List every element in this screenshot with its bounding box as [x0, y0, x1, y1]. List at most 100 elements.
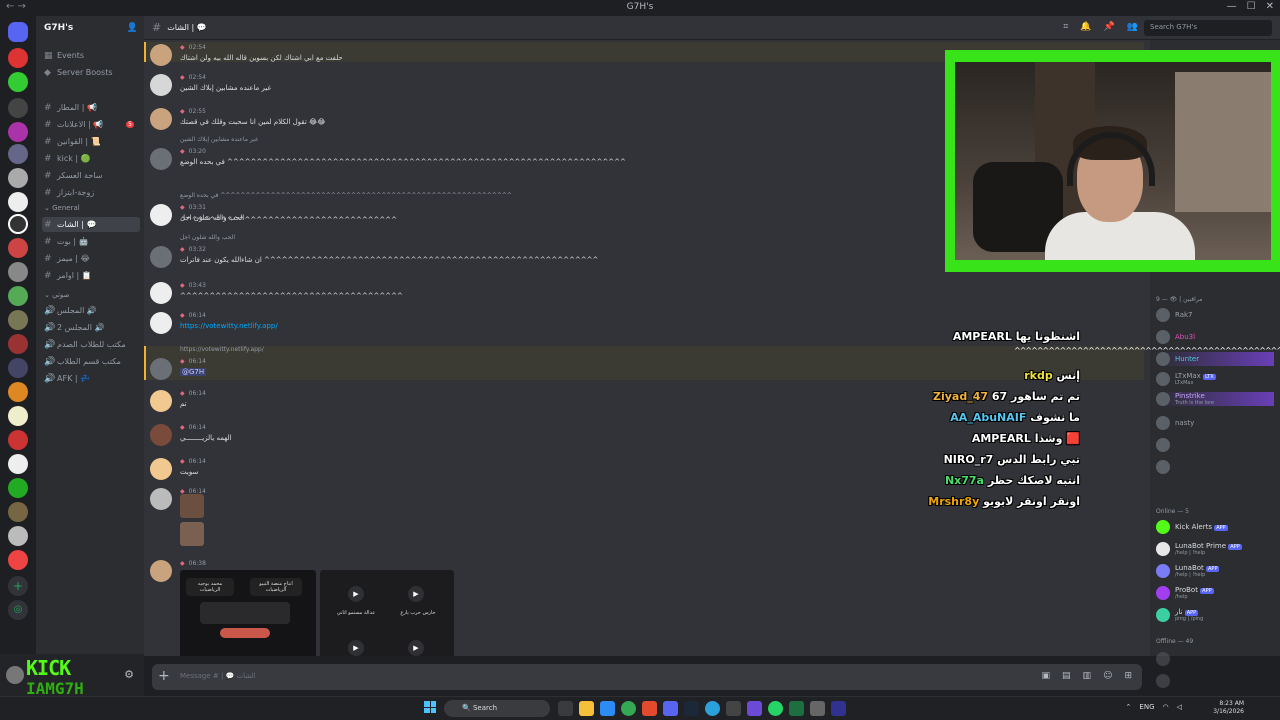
windows-start-icon[interactable] [424, 701, 436, 713]
server-icon[interactable] [8, 48, 28, 68]
excel-icon[interactable] [789, 701, 804, 716]
server-icon[interactable] [8, 98, 28, 118]
play-icon[interactable]: ▶ [348, 586, 364, 602]
bot-member-item[interactable]: LunaBot APP/help | !help [1156, 564, 1220, 578]
member-item[interactable]: LTxMax LTX LTxMax [1156, 372, 1216, 386]
member-item[interactable]: Hunter [1156, 352, 1274, 366]
play-icon[interactable]: ▶ [408, 586, 424, 602]
emoji-icon[interactable]: ☺ [1103, 671, 1112, 681]
message-composer[interactable]: + Message # | 💬 الشات ▣ ▤ ▥ ☺ ⊞ [152, 664, 1142, 690]
reply-preview[interactable]: الحب والله شلون اجل [180, 234, 235, 241]
close-icon[interactable]: ✕ [1266, 1, 1274, 12]
server-icon[interactable] [8, 72, 28, 92]
server-icon[interactable] [8, 214, 28, 234]
steam-icon[interactable] [684, 701, 699, 716]
channel-item[interactable]: # زوجة-ابتزاز [42, 185, 140, 200]
bot-member-item[interactable]: ProBot APP/help [1156, 586, 1214, 600]
server-icon[interactable] [8, 238, 28, 258]
members-icon[interactable]: 👥 [1127, 22, 1138, 32]
bell-icon[interactable]: 🔔 [1080, 22, 1091, 32]
task-view-icon[interactable] [558, 701, 573, 716]
bot-member-item[interactable]: نار APP ping | /ping [1156, 608, 1203, 622]
clock[interactable]: 8:23 AM 3/16/2026 [1213, 700, 1244, 716]
member-item[interactable] [1156, 674, 1170, 688]
whatsapp-icon[interactable] [768, 701, 783, 716]
avatar[interactable] [150, 282, 172, 304]
apps-icon[interactable]: ⊞ [1124, 671, 1132, 681]
channel-item[interactable]: # القوانين | 📜 [42, 134, 140, 149]
category-voice[interactable]: ⌄ صوتي [44, 291, 69, 299]
reply-preview[interactable]: في بحده الوضع ^^^^^^^^^^^^^^^^^^^^^^^^^^… [180, 192, 512, 199]
minimize-icon[interactable]: — [1227, 1, 1237, 12]
play-icon[interactable]: ▶ [348, 640, 364, 656]
server-icon[interactable] [8, 262, 28, 282]
chrome-icon[interactable] [621, 701, 636, 716]
member-item[interactable]: Abu3l [1156, 330, 1195, 344]
channel-item[interactable]: # الاعلانات | 📢 5 [42, 117, 140, 132]
category-general[interactable]: ⌄ General [44, 204, 80, 212]
avatar[interactable] [150, 560, 172, 582]
server-icon[interactable] [8, 122, 28, 142]
channel-item[interactable]: # المطار | 📢 [42, 100, 140, 115]
user-avatar[interactable] [6, 666, 24, 684]
threads-icon[interactable]: ⌗ [1063, 22, 1068, 32]
add-member-icon[interactable]: 👤 [127, 23, 138, 33]
server-icon[interactable] [8, 550, 28, 570]
server-icon[interactable] [8, 526, 28, 546]
video-attachment[interactable]: محمد بوجيه الرياضيات انتاج منصة التبيو ا… [180, 570, 316, 656]
bot-member-item[interactable]: LunaBot Prime APP/help | !help [1156, 542, 1242, 556]
search-input[interactable]: Search G7H's [1144, 20, 1272, 36]
explore-icon[interactable]: ◎ [8, 600, 28, 620]
app-icon[interactable] [810, 701, 825, 716]
avatar[interactable] [150, 74, 172, 96]
message-input[interactable]: Message # | 💬 الشات [180, 672, 256, 680]
member-item[interactable] [1156, 652, 1170, 666]
file-explorer-icon[interactable] [579, 701, 594, 716]
server-icon[interactable] [8, 192, 28, 212]
app-icon[interactable] [726, 701, 741, 716]
bot-member-item[interactable]: Kick Alerts APP [1156, 520, 1228, 534]
boosts-link[interactable]: ◆ Server Boosts [42, 65, 140, 80]
gif-icon[interactable]: ▤ [1062, 671, 1071, 681]
avatar[interactable] [150, 44, 172, 66]
member-item[interactable] [1156, 438, 1175, 452]
add-server-icon[interactable]: + [8, 576, 28, 596]
play-icon[interactable]: ▶ [408, 640, 424, 656]
video-attachment[interactable]: ▶ ▶ عدالة مستمو اثاني حارس حرب يارغ ▶ ▶ [320, 570, 454, 656]
sticker-icon[interactable]: ▥ [1083, 671, 1092, 681]
channel-item[interactable]: # بوت | 🤖 [42, 234, 140, 249]
brave-icon[interactable] [642, 701, 657, 716]
server-icon[interactable] [8, 168, 28, 188]
system-tray[interactable]: ⌃ ENG ◠ ◁ [1126, 703, 1182, 711]
member-item[interactable]: Pinstrike Truth is the lore [1156, 392, 1274, 406]
store-icon[interactable] [600, 701, 615, 716]
channel-item[interactable]: # اوامر | 📋 [42, 268, 140, 283]
settings-gear-icon[interactable]: ⚙ [124, 668, 134, 681]
discord-icon[interactable] [663, 701, 678, 716]
server-header[interactable]: G7H's 👤 [36, 16, 144, 40]
discord-home-icon[interactable] [8, 22, 28, 42]
pin-icon[interactable]: 📌 [1104, 22, 1115, 32]
channel-item[interactable]: # ساحة العسكر [42, 168, 140, 183]
avatar[interactable] [150, 148, 172, 170]
maximize-icon[interactable]: ☐ [1247, 1, 1256, 12]
member-item[interactable] [1156, 460, 1175, 474]
voice-channel-item[interactable]: 🔊 المجلس 🔊 [42, 303, 140, 318]
member-item[interactable]: nasty [1156, 416, 1194, 430]
reply-preview[interactable]: غير ماعنده مشابين إبلاك الشين [180, 136, 258, 143]
avatar[interactable] [150, 204, 172, 226]
image-attachment[interactable] [180, 522, 204, 546]
server-icon[interactable] [8, 144, 28, 164]
premiere-icon[interactable] [831, 701, 846, 716]
server-icon[interactable] [8, 286, 28, 306]
events-link[interactable]: ▦ Events [42, 48, 140, 63]
avatar[interactable] [150, 246, 172, 268]
channel-item[interactable]: # ميمز | 😂 [42, 251, 140, 266]
taskbar-search[interactable]: 🔍 Search [444, 700, 550, 717]
telegram-icon[interactable] [705, 701, 720, 716]
obs-icon[interactable] [747, 701, 762, 716]
gift-icon[interactable]: ▣ [1042, 671, 1051, 681]
channel-item[interactable]: # kick | 🟢 [42, 151, 140, 166]
channel-item[interactable]: # الشات | 💬 [42, 217, 140, 232]
member-item[interactable]: Rak7 [1156, 308, 1193, 322]
